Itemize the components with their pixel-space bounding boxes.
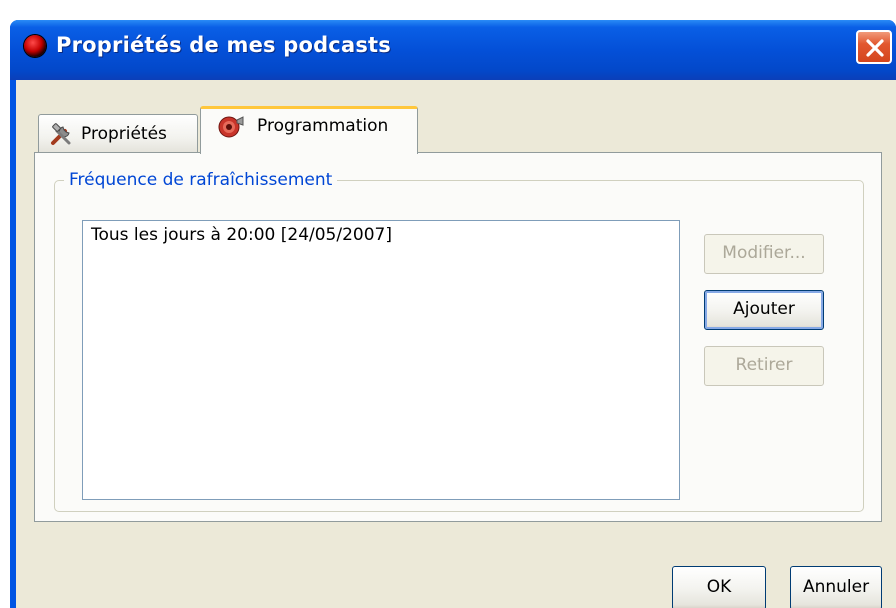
group-legend: Fréquence de rafraîchissement: [64, 170, 338, 190]
ok-button[interactable]: OK: [672, 566, 766, 608]
tools-icon: [51, 123, 71, 145]
tab-proprietes[interactable]: Propriétés: [38, 114, 198, 152]
window-title: Propriétés de mes podcasts: [56, 33, 391, 57]
close-icon: [866, 39, 884, 57]
app-icon: [24, 35, 46, 57]
close-button[interactable]: [856, 30, 892, 64]
dialog-window: Propriétés de mes podcasts Propriétés Pr…: [10, 20, 896, 608]
title-bar[interactable]: Propriétés de mes podcasts: [10, 20, 896, 80]
tab-programmation-label: Programmation: [257, 116, 389, 136]
remove-button[interactable]: Retirer: [704, 346, 824, 386]
list-item[interactable]: Tous les jours à 20:00 [24/05/2007]: [91, 225, 392, 245]
add-button[interactable]: Ajouter: [704, 290, 824, 330]
schedule-list[interactable]: Tous les jours à 20:00 [24/05/2007]: [82, 220, 680, 500]
tab-programmation[interactable]: Programmation: [200, 106, 418, 154]
dialog-body: Propriétés Programmation Fréquence de ra…: [16, 80, 896, 608]
tab-proprietes-label: Propriétés: [81, 124, 167, 144]
modify-button[interactable]: Modifier...: [704, 234, 824, 274]
cancel-button[interactable]: Annuler: [790, 566, 882, 608]
schedule-icon: [218, 116, 244, 138]
